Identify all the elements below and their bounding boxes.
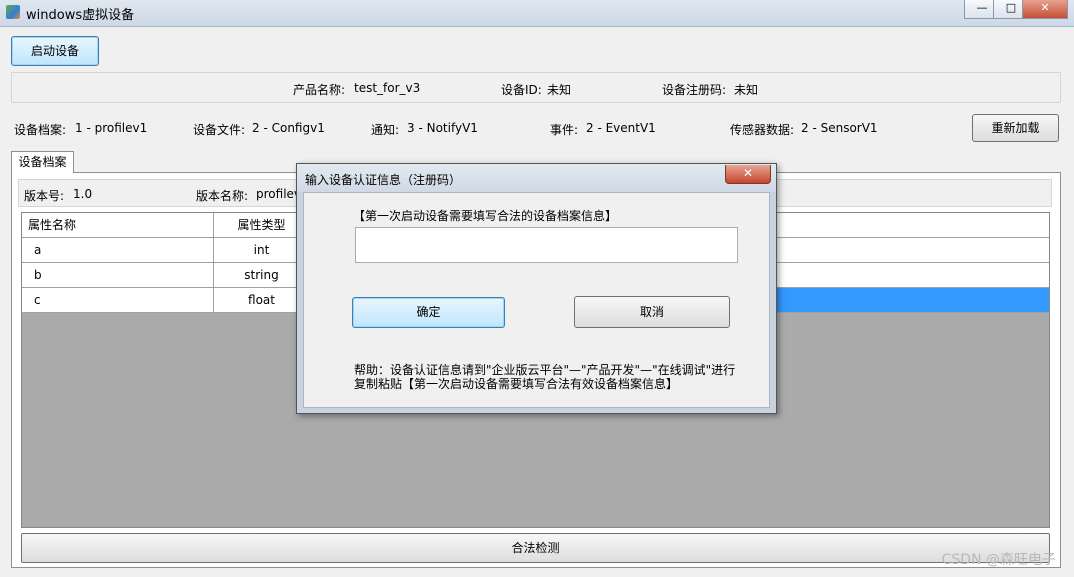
notify-value: 3 - NotifyV1 (407, 121, 478, 135)
product-info-panel: 产品名称: test_for_v3 设备ID: 未知 设备注册码: 未知 (11, 72, 1061, 103)
sensor-label: 传感器数据: (730, 123, 795, 137)
auth-dialog: 输入设备认证信息（注册码） ✕ 【第一次启动设备需要填写合法的设备档案信息】 确… (296, 163, 777, 414)
close-button[interactable]: ✕ (1022, 0, 1068, 19)
profile-label: 设备档案: (14, 123, 67, 137)
dialog-title: 输入设备认证信息（注册码） (305, 173, 462, 187)
reg-code-label: 设备注册码: (662, 83, 727, 97)
product-name-label: 产品名称: (293, 83, 346, 97)
notify-label: 通知: (371, 123, 400, 137)
version-number-label: 版本号: (24, 189, 65, 203)
reg-code-value: 未知 (734, 83, 759, 97)
start-device-button[interactable]: 启动设备 (11, 36, 99, 66)
cell-name[interactable]: c (22, 288, 214, 312)
auth-code-input[interactable] (355, 227, 738, 263)
sensor-value: 2 - SensorV1 (801, 121, 878, 135)
app-icon (6, 5, 20, 19)
event-label: 事件: (550, 123, 579, 137)
validate-button[interactable]: 合法检测 (21, 533, 1050, 563)
dialog-title-bar: 输入设备认证信息（注册码） ✕ (297, 164, 776, 192)
product-name-value: test_for_v3 (354, 81, 421, 95)
profile-value: 1 - profilev1 (75, 121, 148, 135)
window-title: windows虚拟设备 (26, 8, 135, 23)
config-label: 设备文件: (193, 123, 246, 137)
cancel-button[interactable]: 取消 (574, 296, 730, 328)
cell-name[interactable]: a (22, 238, 214, 262)
tab-device-profile[interactable]: 设备档案 (11, 151, 74, 173)
event-value: 2 - EventV1 (586, 121, 656, 135)
device-id-label: 设备ID: (501, 83, 542, 97)
config-value: 2 - Configv1 (252, 121, 325, 135)
version-name-label: 版本名称: (196, 189, 249, 203)
device-id-value: 未知 (547, 83, 572, 97)
version-number-value: 1.0 (73, 187, 93, 201)
ok-button[interactable]: 确定 (352, 297, 505, 328)
dialog-body: 【第一次启动设备需要填写合法的设备档案信息】 确定 取消 帮助：设备认证信息请到… (303, 192, 770, 408)
cell-name[interactable]: b (22, 263, 214, 287)
title-bar: windows虚拟设备 — □ ✕ (0, 0, 1074, 27)
reload-button[interactable]: 重新加载 (972, 114, 1059, 142)
dialog-prompt: 【第一次启动设备需要填写合法的设备档案信息】 (353, 209, 618, 223)
watermark-text: CSDN @森旺电子 (941, 552, 1056, 568)
dialog-help-line-2: 复制粘贴【第一次启动设备需要填写合法有效设备档案信息】 (354, 377, 679, 391)
dialog-close-button[interactable]: ✕ (725, 165, 771, 184)
column-header-name[interactable]: 属性名称 (22, 213, 214, 237)
